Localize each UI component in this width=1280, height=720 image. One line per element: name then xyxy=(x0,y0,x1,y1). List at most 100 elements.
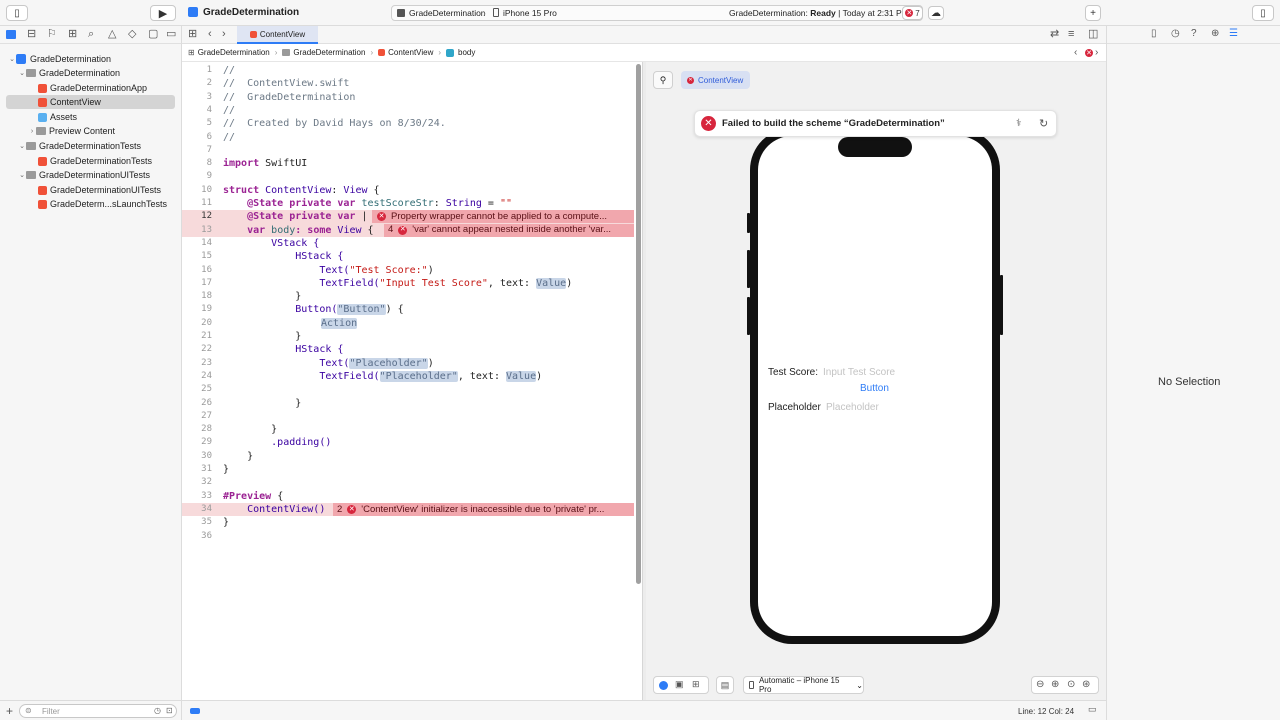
keyword: #Preview xyxy=(223,490,272,502)
editor-scrollbar[interactable] xyxy=(636,64,641,584)
tree-item-folder[interactable]: ⌄ GradeDeterminationTests xyxy=(0,139,182,153)
chevron-down-icon: ⌄ xyxy=(19,172,25,179)
find-icon[interactable]: ⌕ xyxy=(88,29,94,40)
swap-icon[interactable]: ⇄ xyxy=(1050,29,1059,40)
source-control-icon[interactable]: ⊟ xyxy=(27,29,36,40)
code-token: SwiftUI xyxy=(259,158,308,170)
zoom-fit-icon[interactable]: ⊙ xyxy=(1067,680,1075,690)
tree-item-label: GradeDetermination xyxy=(30,54,112,64)
run-button[interactable]: ▶ xyxy=(150,5,176,21)
panel-toggle-icon[interactable]: ▭ xyxy=(1088,705,1097,714)
device-menu-label: Automatic – iPhone 15 Pro xyxy=(758,676,840,694)
tree-item-folder[interactable]: › Preview Content xyxy=(0,124,182,138)
split-editor-icon[interactable]: ◫ xyxy=(1088,29,1098,40)
folder-icon xyxy=(36,127,46,135)
tree-item-folder[interactable]: ⌄ GradeDetermination xyxy=(0,66,182,80)
test-score-field[interactable]: Input Test Score xyxy=(823,367,895,378)
preview-tab[interactable]: ✕ ContentView xyxy=(681,71,750,89)
zoom-out-icon[interactable]: ⊖ xyxy=(1036,680,1044,690)
options-icon[interactable]: ≡ xyxy=(1068,29,1074,40)
inline-error-message[interactable]: ✕ Property wrapper cannot be applied to a… xyxy=(372,210,634,224)
tree-item-file[interactable]: GradeDeterminationUITests xyxy=(0,183,182,197)
clock-icon[interactable]: ◷ xyxy=(154,706,161,715)
chevron-right-icon: › xyxy=(370,48,374,57)
history-icon[interactable]: ◷ xyxy=(1171,29,1180,39)
tree-item-assets[interactable]: Assets xyxy=(0,110,182,124)
chevron-right-icon: › xyxy=(274,48,278,57)
bookmark-icon[interactable]: ⚐ xyxy=(47,29,57,40)
debug-icon[interactable]: ▢ xyxy=(148,29,158,40)
folder-navigator-icon[interactable] xyxy=(6,30,16,39)
placeholder-token[interactable]: "Placeholder" xyxy=(349,357,428,369)
keyword: : some xyxy=(295,224,338,236)
forward-arrow-icon[interactable]: › xyxy=(222,29,226,40)
selectable-mode-icon[interactable]: ▣ xyxy=(675,680,684,689)
zoom-in-icon[interactable]: ⊕ xyxy=(1051,680,1059,690)
code-editor[interactable]: 1 // 2 // ContentView.swift 3 // GradeDeter… xyxy=(182,62,642,700)
breadcrumb-file[interactable]: ContentView xyxy=(388,48,433,57)
preview-button[interactable]: Button xyxy=(860,383,889,394)
tree-item-folder[interactable]: ⌄ GradeDeterminationUITests xyxy=(0,168,182,182)
placeholder-token[interactable]: Value xyxy=(536,277,567,289)
back-arrow-icon[interactable]: ‹ xyxy=(208,29,212,40)
filter-field[interactable]: ⊜ Filter ◷ ⊡ xyxy=(19,704,177,718)
tree-item-file-selected[interactable]: ContentView xyxy=(6,95,175,109)
chevron-down-icon: ⌄ xyxy=(856,680,863,690)
line-number: 31 xyxy=(201,464,212,474)
placeholder-token[interactable]: "Button" xyxy=(337,304,386,316)
warning-icon[interactable]: △ xyxy=(108,29,116,40)
quick-help-icon[interactable]: ? xyxy=(1191,29,1197,39)
breadcrumb-folder[interactable]: GradeDetermination xyxy=(293,48,365,57)
device-menu[interactable]: Automatic – iPhone 15 Pro ⌄ xyxy=(743,676,864,694)
project-icon xyxy=(16,54,26,64)
sidebar-toggle-icon[interactable]: ▯ xyxy=(6,5,28,21)
inspector-toggle-icon[interactable]: ▯ xyxy=(1252,5,1274,21)
placeholder-token[interactable]: "Placeholder" xyxy=(379,370,458,382)
zoom-actual-icon[interactable]: ⊛ xyxy=(1082,680,1090,690)
cursor-position: Line: 12 Col: 24 xyxy=(1018,707,1075,716)
type-name: String xyxy=(445,198,482,209)
live-mode-icon[interactable] xyxy=(659,681,668,690)
inline-error-message[interactable]: 2 ✕ 'ContentView' initializer is inaccessi… xyxy=(333,502,634,516)
refresh-icon[interactable]: ↻ xyxy=(1039,117,1048,130)
debug-area-toggle-icon[interactable] xyxy=(190,708,200,714)
test-icon[interactable]: ◇ xyxy=(128,29,136,40)
next-issue-icon[interactable]: › xyxy=(1095,47,1098,58)
code-line: Text("Placeholder") xyxy=(223,357,434,370)
tree-item-project[interactable]: ⌄ GradeDetermination xyxy=(0,52,182,66)
swift-file-icon xyxy=(38,97,47,107)
scm-filter-icon[interactable]: ⊡ xyxy=(166,706,173,715)
grid-icon[interactable]: ⊞ xyxy=(188,29,197,40)
pin-icon[interactable]: ⚲ xyxy=(653,71,673,89)
attributes-icon[interactable]: ☰ xyxy=(1229,29,1238,39)
prev-issue-icon[interactable]: ‹ xyxy=(1074,47,1077,58)
scheme-selector[interactable]: GradeDetermination xyxy=(409,8,486,18)
add-icon[interactable]: + xyxy=(6,705,13,717)
code-line: HStack { xyxy=(223,344,344,356)
device-selector[interactable]: iPhone 15 Pro xyxy=(503,8,557,18)
placeholder-token[interactable]: Value xyxy=(506,370,537,382)
breakpoint-icon[interactable]: ▭ xyxy=(166,29,176,40)
code-token: ) { xyxy=(385,304,404,316)
add-icon[interactable]: + xyxy=(1085,5,1101,21)
hierarchy-icon[interactable]: ⊞ xyxy=(68,29,77,40)
breadcrumb-project[interactable]: GradeDetermination xyxy=(198,48,270,57)
device-settings-icon[interactable]: ▤ xyxy=(716,676,734,694)
diagnostics-icon[interactable]: ⚕ xyxy=(1016,118,1021,129)
tree-item-file[interactable]: GradeDeterminationApp xyxy=(0,81,182,95)
placeholder-field[interactable]: Placeholder xyxy=(826,402,879,413)
tree-item-file[interactable]: GradeDeterm...sLaunchTests xyxy=(0,197,182,211)
phone-power-button xyxy=(1000,275,1003,335)
placeholder-token[interactable]: Action xyxy=(321,317,358,329)
accessibility-icon[interactable]: ⊕ xyxy=(1211,29,1219,39)
variants-icon[interactable]: ⊞ xyxy=(692,680,700,689)
grid-icon: ⊞ xyxy=(188,47,195,57)
tree-item-file[interactable]: GradeDeterminationTests xyxy=(0,154,182,168)
error-count-badge[interactable]: ✕ 7 xyxy=(902,6,923,20)
cloud-icon[interactable]: ☁ xyxy=(928,6,944,20)
inline-error-message[interactable]: 4 ✕ 'var' cannot appear nested inside anot… xyxy=(384,223,634,237)
code-token: { xyxy=(367,184,380,196)
tab-contentview[interactable]: ContentView xyxy=(237,26,318,44)
breadcrumb-symbol[interactable]: body xyxy=(458,48,475,57)
file-inspector-icon[interactable]: ▯ xyxy=(1151,29,1157,39)
